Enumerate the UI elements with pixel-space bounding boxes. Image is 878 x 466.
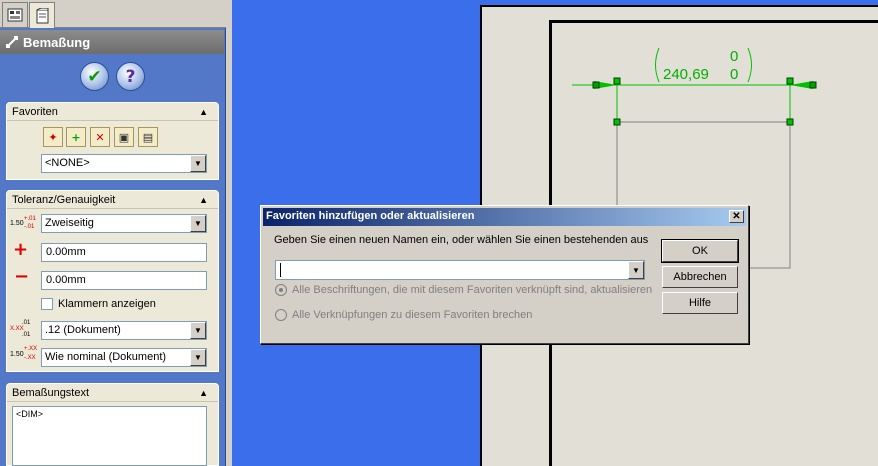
radio-break-links[interactable]: Alle Verknüpfungen zu diesem Favoriten b… [275, 309, 532, 321]
radio-button[interactable] [275, 284, 287, 296]
radio-break-label: Alle Verknüpfungen zu diesem Favoriten b… [292, 309, 533, 321]
close-icon: ✕ [732, 211, 741, 222]
plus-icon: + [13, 239, 29, 260]
dimension-value[interactable]: 240,69 [663, 66, 709, 83]
grip-handle[interactable] [613, 118, 621, 126]
precision-icon: .01 X.XX .01 [10, 320, 31, 338]
brackets-checkbox[interactable] [41, 298, 53, 310]
tolerance-precision-select[interactable]: Wie nominal (Dokument) ▼ [41, 348, 207, 367]
radio-button[interactable] [275, 309, 287, 321]
add-favorite-icon[interactable]: + [66, 127, 86, 147]
dialog-prompt: Geben Sie einen neuen Namen ein, oder wä… [274, 234, 649, 246]
collapse-arrow-icon[interactable]: ▲ [199, 388, 208, 398]
load-favorite-icon[interactable]: ▤ [138, 127, 158, 147]
radio-update-favorites[interactable]: Alle Beschriftungen, die mit diesem Favo… [275, 284, 652, 296]
plus-tolerance-input[interactable]: 0.00mm [41, 243, 207, 262]
grip-handle[interactable] [613, 77, 621, 85]
chevron-down-icon[interactable]: ▼ [190, 215, 206, 232]
dimension-text-group-header[interactable]: Bemaßungstext ▲ [7, 384, 218, 402]
favorite-name-combobox[interactable]: ▼ [275, 260, 645, 280]
question-icon: ? [125, 66, 136, 87]
property-manager-panel: Bemaßung ✔ ? Favoriten ▲ ✦ + ✕ ▣ ▤ <NONE… [0, 0, 226, 466]
grip-handle[interactable] [809, 81, 817, 89]
text-caret [280, 263, 281, 277]
brackets-checkbox-row[interactable]: Klammern anzeigen [41, 298, 156, 310]
dimension-upper-tolerance[interactable]: 0 [730, 48, 738, 65]
brackets-label: Klammern anzeigen [58, 298, 156, 310]
tolerance-group-header[interactable]: Toleranz/Genauigkeit ▲ [7, 191, 218, 209]
tolerance-type-select[interactable]: Zweiseitig ▼ [41, 214, 207, 233]
chevron-down-icon[interactable]: ▼ [190, 155, 206, 172]
favorites-select[interactable]: <NONE> ▼ [41, 154, 207, 173]
tab-property-manager[interactable] [29, 2, 55, 28]
add-favorite-dialog: Favoriten hinzufügen oder aktualisieren … [260, 205, 749, 344]
tab-feature-tree[interactable] [2, 2, 28, 27]
grip-handle[interactable] [592, 81, 600, 89]
bracket-right [747, 47, 752, 83]
grip-handle[interactable] [786, 118, 794, 126]
save-favorite-icon[interactable]: ▣ [114, 127, 134, 147]
close-button[interactable]: ✕ [729, 210, 744, 223]
grip-handle[interactable] [786, 77, 794, 85]
primary-precision-select[interactable]: .12 (Dokument) ▼ [41, 321, 207, 340]
chevron-down-icon[interactable]: ▼ [190, 322, 206, 339]
dimension-text-area[interactable]: <DIM> [12, 406, 207, 466]
dimension-icon [6, 36, 18, 48]
panel-header: Bemaßung [0, 30, 224, 54]
help-button[interactable]: ? [116, 62, 145, 91]
dimension-lower-tolerance[interactable]: 0 [730, 66, 738, 83]
favorites-group-header[interactable]: Favoriten ▲ [7, 103, 218, 121]
ok-button[interactable]: ✔ [80, 62, 109, 91]
delete-favorite-icon[interactable]: ✕ [90, 127, 110, 147]
checkmark-icon: ✔ [87, 66, 102, 87]
collapse-arrow-icon[interactable]: ▲ [199, 107, 208, 117]
minus-icon: − [14, 266, 30, 287]
cancel-button[interactable]: Abbrechen [662, 266, 738, 288]
ok-button[interactable]: OK [661, 239, 739, 263]
tolerance-title: Toleranz/Genauigkeit [12, 194, 116, 206]
panel-title: Bemaßung [23, 34, 91, 50]
apply-favorite-icon[interactable]: ✦ [43, 127, 63, 147]
feature-tree-icon [7, 8, 23, 22]
chevron-down-icon[interactable]: ▼ [628, 261, 644, 279]
help-button[interactable]: Hilfe [662, 292, 738, 314]
dialog-title-bar[interactable]: Favoriten hinzufügen oder aktualisieren … [263, 208, 746, 226]
bracket-left [655, 47, 660, 83]
dialog-title: Favoriten hinzufügen oder aktualisieren [266, 210, 475, 222]
property-manager-icon [36, 7, 49, 23]
collapse-arrow-icon[interactable]: ▲ [199, 195, 208, 205]
panel-tab-bar [0, 0, 226, 28]
chevron-down-icon[interactable]: ▼ [190, 349, 206, 366]
minus-tolerance-input[interactable]: 0.00mm [41, 271, 207, 290]
tolerance-type-icon: 1.50 +.01 -.01 [10, 216, 36, 230]
favorites-title: Favoriten [12, 106, 58, 118]
dimension-text-title: Bemaßungstext [12, 387, 90, 399]
tolerance-precision-icon: 1.50 +.XX -.XX [10, 346, 38, 361]
radio-update-label: Alle Beschriftungen, die mit diesem Favo… [292, 284, 653, 296]
